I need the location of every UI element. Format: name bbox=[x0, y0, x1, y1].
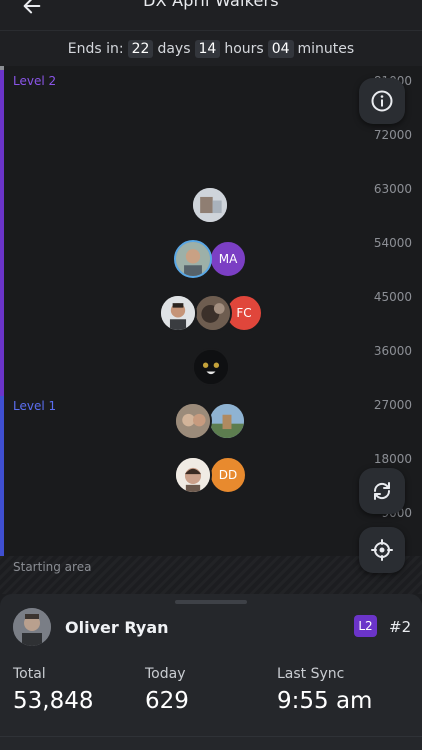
level2-label: Level 2 bbox=[13, 74, 57, 88]
drag-handle[interactable] bbox=[175, 600, 247, 604]
last-sync-value: 9:55 am bbox=[277, 688, 373, 714]
level1-label: Level 1 bbox=[13, 399, 57, 413]
total-value: 53,848 bbox=[13, 688, 94, 714]
days-value: 22 bbox=[127, 39, 154, 58]
level2-bar bbox=[0, 66, 4, 396]
axis-tick: 18000 bbox=[373, 452, 412, 466]
challenge-title: DX April Walkers bbox=[143, 0, 279, 10]
hours-value: 14 bbox=[194, 39, 221, 58]
today-label: Today bbox=[145, 666, 186, 682]
axis-tick: 63000 bbox=[373, 182, 412, 196]
info-icon bbox=[371, 90, 393, 112]
hours-label: hours bbox=[224, 40, 264, 57]
level1-bar bbox=[0, 396, 4, 558]
days-label: days bbox=[157, 40, 191, 57]
user-avatar bbox=[13, 608, 51, 646]
last-sync-label: Last Sync bbox=[277, 666, 345, 682]
participant-avatar[interactable] bbox=[174, 456, 212, 494]
leaderboard-track[interactable]: Level 2 Level 1 81000 72000 63000 54000 … bbox=[0, 66, 422, 594]
participant-avatar[interactable] bbox=[192, 348, 230, 386]
divider bbox=[0, 736, 422, 737]
user-name: Oliver Ryan bbox=[65, 618, 169, 637]
countdown-bar: Ends in: 22 days 14 hours 04 minutes bbox=[0, 30, 422, 66]
axis-tick: 45000 bbox=[373, 290, 412, 304]
participant-initials: FC bbox=[236, 306, 252, 320]
countdown-prefix: Ends in: bbox=[67, 40, 124, 57]
axis-tick: 27000 bbox=[373, 398, 412, 412]
user-summary-panel[interactable]: Oliver Ryan L2 #2 Total 53,848 Today 629… bbox=[0, 594, 422, 750]
refresh-button[interactable] bbox=[359, 468, 405, 514]
refresh-icon bbox=[373, 482, 391, 500]
today-value: 629 bbox=[145, 688, 189, 714]
participant-initials: DD bbox=[218, 468, 238, 482]
participant-initials: MA bbox=[218, 252, 238, 266]
participant-avatar[interactable] bbox=[174, 402, 212, 440]
axis-tick: 54000 bbox=[373, 236, 412, 250]
participant-avatar[interactable] bbox=[208, 402, 246, 440]
total-label: Total bbox=[13, 666, 46, 682]
participant-avatar-dd[interactable]: DD bbox=[209, 456, 247, 494]
starting-area-label: Starting area bbox=[13, 560, 92, 574]
axis-tick: 36000 bbox=[373, 344, 412, 358]
level-badge: L2 bbox=[354, 615, 377, 637]
info-button[interactable] bbox=[359, 78, 405, 124]
crosshair-icon bbox=[371, 539, 393, 561]
participant-avatar[interactable] bbox=[191, 186, 229, 224]
locate-me-button[interactable] bbox=[359, 527, 405, 573]
participant-avatar[interactable] bbox=[174, 240, 212, 278]
user-rank: #2 bbox=[389, 618, 412, 636]
participant-avatar[interactable] bbox=[159, 294, 197, 332]
participant-avatar[interactable] bbox=[194, 294, 232, 332]
top-bar: DX April Walkers bbox=[0, 0, 422, 30]
minutes-label: minutes bbox=[297, 40, 355, 57]
minutes-value: 04 bbox=[267, 39, 294, 58]
participant-avatar-ma[interactable]: MA bbox=[209, 240, 247, 278]
axis-tick: 72000 bbox=[373, 128, 412, 142]
level2-bar-cap bbox=[0, 66, 4, 70]
